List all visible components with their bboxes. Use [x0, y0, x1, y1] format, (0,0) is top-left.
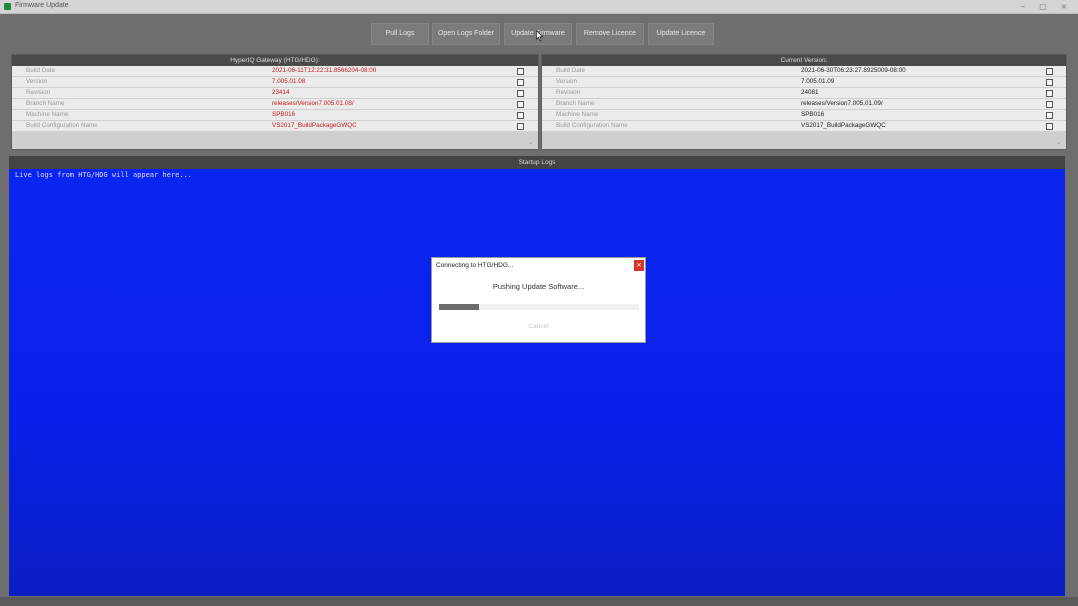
- copy-checkbox-icon[interactable]: [1046, 112, 1053, 119]
- open-logs-folder-button[interactable]: Open Logs Folder: [432, 23, 500, 45]
- property-key: Machine Name: [556, 111, 599, 118]
- minimize-button[interactable]: –: [1015, 1, 1031, 12]
- property-row[interactable]: Build Date 2021-06-11T12:22:31.8566204-0…: [12, 66, 538, 77]
- property-key: Machine Name: [26, 111, 69, 118]
- startup-logs-header: Startup Logs: [9, 156, 1065, 169]
- property-row[interactable]: Build Configuration Name VS2017_BuildPac…: [542, 121, 1066, 132]
- panel-title: HyperIQ Gateway (HTG/HDG):: [12, 55, 538, 66]
- property-value: VS2017_BuildPackageGWQC: [272, 122, 357, 129]
- property-row[interactable]: Branch Name releases/Version7.005.01.08/: [12, 99, 538, 110]
- property-value: VS2017_BuildPackageGWQC: [801, 122, 886, 129]
- property-value: SPB016: [272, 111, 296, 118]
- scroll-down-icon[interactable]: ⌄: [1056, 139, 1061, 146]
- copy-checkbox-icon[interactable]: [517, 123, 524, 130]
- property-value: 24081: [801, 89, 819, 96]
- property-value: releases/Version7.005.01.08/: [272, 100, 354, 107]
- copy-checkbox-icon[interactable]: [517, 79, 524, 86]
- property-key: Build Date: [556, 67, 586, 74]
- copy-checkbox-icon[interactable]: [1046, 101, 1053, 108]
- dialog-title: Connecting to HTG/HDG...: [436, 262, 514, 269]
- title-bar: Firmware Update – □ ×: [0, 0, 1078, 14]
- cancel-button[interactable]: Cancel: [432, 323, 645, 330]
- maximize-button[interactable]: □: [1035, 1, 1051, 12]
- property-row[interactable]: Revision 24081: [542, 88, 1066, 99]
- copy-checkbox-icon[interactable]: [517, 90, 524, 97]
- property-value: 7.005.01.09: [801, 78, 835, 85]
- property-key: Version: [26, 78, 48, 85]
- close-button[interactable]: ×: [1056, 1, 1072, 12]
- app-icon: [4, 3, 11, 10]
- copy-checkbox-icon[interactable]: [1046, 123, 1053, 130]
- copy-checkbox-icon[interactable]: [517, 112, 524, 119]
- dialog-close-icon[interactable]: ×: [634, 260, 644, 271]
- connecting-dialog: Connecting to HTG/HDG... × Pushing Updat…: [431, 257, 646, 343]
- copy-checkbox-icon[interactable]: [1046, 79, 1053, 86]
- property-key: Branch Name: [556, 100, 595, 107]
- copy-checkbox-icon[interactable]: [517, 68, 524, 75]
- pull-logs-button[interactable]: Pull Logs: [371, 23, 429, 45]
- update-licence-button[interactable]: Update Licence: [648, 23, 714, 45]
- panel-title: Current Version:: [542, 55, 1066, 66]
- window-title: Firmware Update: [15, 2, 69, 9]
- property-key: Build Configuration Name: [26, 122, 98, 129]
- property-key: Build Date: [26, 67, 56, 74]
- progress-bar: [439, 304, 639, 310]
- log-line: Live logs from HTG/HDG will appear here.…: [15, 171, 193, 179]
- mouse-cursor-icon: [536, 30, 543, 41]
- property-value: SPB016: [801, 111, 825, 118]
- property-key: Revision: [556, 89, 581, 96]
- property-value: 23414: [272, 89, 290, 96]
- property-value: 7.005.01.08: [272, 78, 306, 85]
- property-row[interactable]: Version 7.005.01.08: [12, 77, 538, 88]
- property-row[interactable]: Build Date 2021-06-30T06:23:27.8925009-0…: [542, 66, 1066, 77]
- property-row[interactable]: Branch Name releases/Version7.005.01.09/: [542, 99, 1066, 110]
- progress-bar-fill: [439, 304, 479, 310]
- property-row[interactable]: Machine Name SPB016: [542, 110, 1066, 121]
- copy-checkbox-icon[interactable]: [517, 101, 524, 108]
- property-value: 2021-06-11T12:22:31.8566204-08:00: [272, 67, 377, 74]
- property-key: Version: [556, 78, 578, 85]
- status-bar: [0, 597, 1078, 606]
- copy-checkbox-icon[interactable]: [1046, 90, 1053, 97]
- current-version-panel: Current Version: Build Date 2021-06-30T0…: [541, 54, 1067, 150]
- dialog-message: Pushing Update Software...: [492, 282, 585, 291]
- property-key: Branch Name: [26, 100, 65, 107]
- property-row[interactable]: Version 7.005.01.09: [542, 77, 1066, 88]
- property-value: releases/Version7.005.01.09/: [801, 100, 883, 107]
- property-key: Build Configuration Name: [556, 122, 628, 129]
- htg-version-panel: HyperIQ Gateway (HTG/HDG): Build Date 20…: [11, 54, 539, 150]
- property-row[interactable]: Machine Name SPB016: [12, 110, 538, 121]
- property-row[interactable]: Revision 23414: [12, 88, 538, 99]
- property-row[interactable]: Build Configuration Name VS2017_BuildPac…: [12, 121, 538, 132]
- property-key: Revision: [26, 89, 51, 96]
- property-value: 2021-06-30T06:23:27.8925009-08:00: [801, 67, 906, 74]
- startup-logs-console[interactable]: Live logs from HTG/HDG will appear here.…: [9, 169, 1065, 596]
- copy-checkbox-icon[interactable]: [1046, 68, 1053, 75]
- remove-licence-button[interactable]: Remove Licence: [576, 23, 644, 45]
- scroll-down-icon[interactable]: ⌄: [528, 139, 533, 146]
